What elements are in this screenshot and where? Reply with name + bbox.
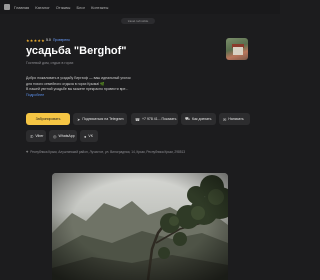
phone-label: +7 978 41... Показать	[141, 117, 177, 121]
address-text: Республика Крым, Алуштинский район, Лучи…	[30, 149, 186, 154]
rating-stars-icon: ★★★★★	[26, 38, 45, 43]
description-line: В нашей уютной усадьбе вы можете прекрас…	[26, 87, 129, 92]
gallery-photo[interactable]	[52, 173, 228, 280]
book-button[interactable]: Забронировать	[26, 113, 70, 125]
nav-link-catalog[interactable]: Каталог	[35, 5, 50, 10]
vk-label: VK	[88, 134, 94, 138]
car-icon: ⛟	[185, 116, 191, 121]
rating-row: ★★★★★ 5.0 Проверено	[26, 38, 70, 43]
viber-label: Viber	[35, 134, 44, 138]
top-navigation: Главная Каталог Отзывы Блог Контакты	[0, 0, 280, 14]
phone-button[interactable]: ☎ +7 978 41... Показать	[131, 113, 178, 125]
page-title: усадьба "Berghof"	[26, 45, 127, 57]
paper-plane-icon: ➤	[77, 116, 81, 122]
house-shape	[233, 47, 243, 55]
description-line: Добро пожаловать в усадьбу Бергхоф — ваш…	[26, 76, 131, 80]
write-label: Написать	[228, 117, 244, 121]
logo-icon[interactable]	[4, 4, 10, 10]
nav-link-home[interactable]: Главная	[14, 5, 29, 10]
map-pin-icon: ⌖	[26, 149, 29, 154]
vk-button[interactable]: ● VK	[80, 130, 98, 142]
telegram-button[interactable]: ➤ Подписаться на Telegram	[73, 113, 127, 125]
rating-value: 5.0	[45, 38, 51, 42]
read-more-link[interactable]: Подробнее	[26, 93, 136, 99]
nav-link-blog[interactable]: Блог	[76, 5, 85, 10]
vk-icon: ●	[84, 133, 87, 139]
route-button[interactable]: ⛟ Как доехать	[181, 113, 216, 125]
category-label: Гостевой дом, отдых в горах	[26, 61, 74, 65]
write-button[interactable]: ✉ Написать	[219, 113, 250, 125]
whatsapp-label: WhatsApp	[58, 134, 75, 138]
whatsapp-button[interactable]: ◎ WhatsApp	[49, 130, 77, 142]
viber-button[interactable]: ✆ Viber	[26, 130, 46, 142]
message-icon: ✉	[223, 116, 227, 122]
route-label: Как доехать	[192, 117, 212, 121]
avatar[interactable]	[226, 38, 248, 60]
nav-link-reviews[interactable]: Отзывы	[56, 5, 71, 10]
viber-icon: ✆	[30, 133, 34, 139]
nav-link-contacts[interactable]: Контакты	[91, 5, 108, 10]
verified-badge: Проверено	[52, 38, 70, 42]
phone-icon: ☎	[135, 116, 140, 122]
mountain-pine-photo	[52, 173, 228, 280]
telegram-label: Подписаться на Telegram	[82, 117, 124, 121]
whatsapp-icon: ◎	[53, 133, 57, 139]
domain-badge: travel.ru/mobile	[121, 18, 155, 24]
address: ⌖ Республика Крым, Алуштинский район, Лу…	[26, 149, 256, 154]
description: Добро пожаловать в усадьбу Бергхоф — ваш…	[26, 76, 136, 98]
